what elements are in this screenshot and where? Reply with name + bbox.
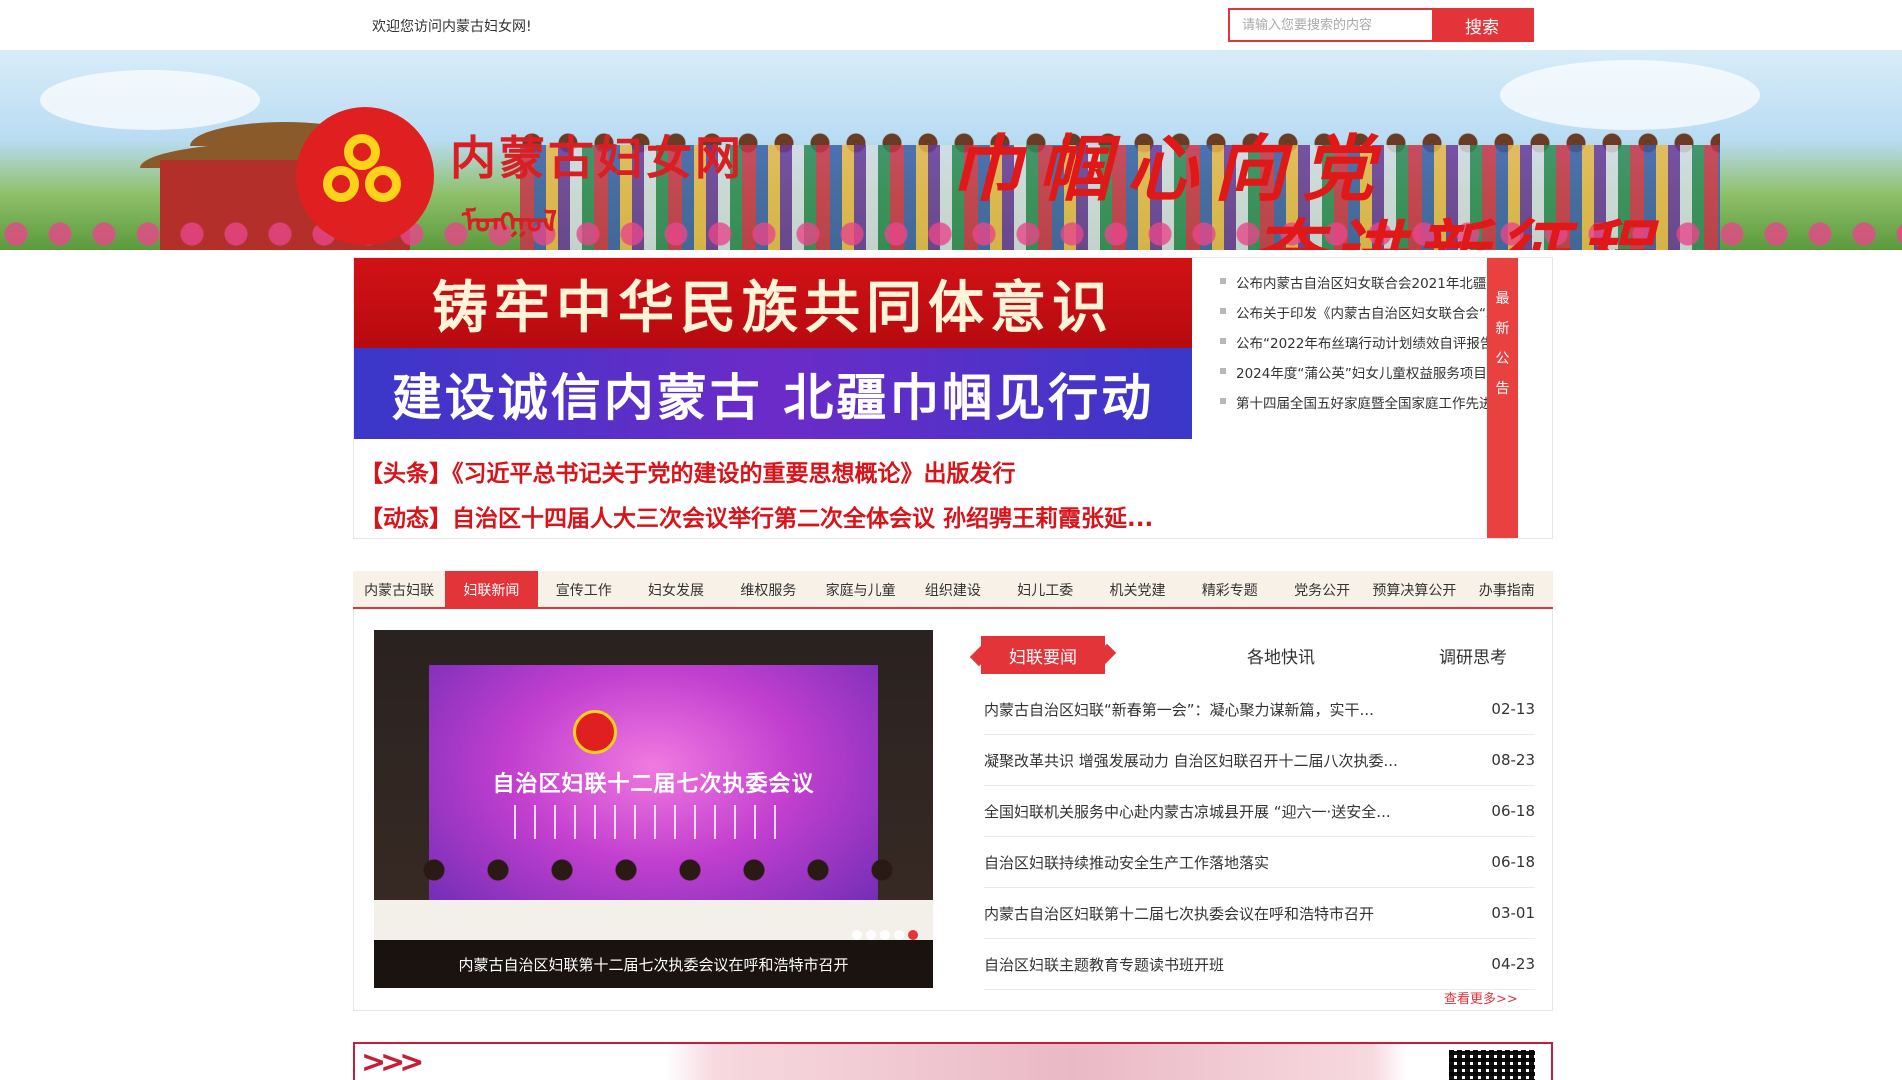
nav-item[interactable]: 内蒙古妇联 xyxy=(353,571,445,609)
hero-banner[interactable]: 铸牢中华民族共同体意识 建设诚信内蒙古 北疆巾帼见行动 xyxy=(354,258,1192,439)
news-row[interactable]: 内蒙古自治区妇联第十二届七次执委会议在呼和浩特市召开 03-01 xyxy=(984,888,1535,939)
top-bar: 欢迎您访问内蒙古妇女网! 搜索 xyxy=(0,0,1902,50)
news-row[interactable]: 自治区妇联持续推动安全生产工作落地落实 06-18 xyxy=(984,837,1535,888)
photo-slider[interactable]: 自治区妇联十二届七次执委会议 内蒙古自治区妇联第十二届七次执委会议在呼和浩特市召… xyxy=(374,630,933,988)
site-banner: 内蒙古妇女网 ᠮᠣᠩᠭᠤᠯ 巾帼心向党 奋进新征程 xyxy=(0,50,1902,250)
chevron-decoration-icon: >>> xyxy=(361,1045,424,1080)
notice-item[interactable]: 公布“2022年布丝璃行动计划绩效自评报告”... xyxy=(1220,332,1520,352)
nav-item[interactable]: 宣传工作 xyxy=(538,571,630,609)
news-title[interactable]: 全国妇联机关服务中心赴内蒙古凉城县开展 “迎六一·送安全... xyxy=(984,801,1391,822)
news-tabs: 妇联要闻 各地快讯 调研思考 xyxy=(971,636,1531,674)
nav-item[interactable]: 妇女发展 xyxy=(630,571,722,609)
notice-item[interactable]: 公布关于印发《内蒙古自治区妇女联合会“北... xyxy=(1220,302,1520,322)
notice-item[interactable]: 公布内蒙古自治区妇女联合会2021年北疆布丝... xyxy=(1220,272,1520,292)
qr-code-icon xyxy=(1449,1050,1535,1080)
site-name: 内蒙古妇女网 xyxy=(450,131,744,185)
nav-item[interactable]: 妇儿工委 xyxy=(999,571,1091,609)
latest-notices-tab[interactable]: 最新公告 xyxy=(1487,258,1518,538)
news-title[interactable]: 凝聚改革共识 增强发展动力 自治区妇联召开十二届八次执委... xyxy=(984,750,1398,771)
slider-dot[interactable] xyxy=(852,930,862,940)
news-date: 04-23 xyxy=(1491,955,1535,973)
slider-dot[interactable] xyxy=(880,930,890,940)
womens-federation-logo[interactable] xyxy=(296,107,434,245)
mongolian-script-decoration: ᠮᠣᠩᠭᠤᠯ xyxy=(462,205,557,240)
slider-dot[interactable] xyxy=(908,930,918,940)
banner-slogan-1: 巾帼心向党 xyxy=(950,126,1391,211)
nav-item[interactable]: 家庭与儿童 xyxy=(814,571,906,609)
nav-item[interactable]: 妇联新闻 xyxy=(445,571,538,609)
news-date: 03-01 xyxy=(1491,904,1535,922)
headline-link[interactable]: 【动态】自治区十四届人大三次会议举行第二次全体会议 孙绍骋王莉霞张延... xyxy=(360,499,1190,533)
banner-slogan-2: 奋进新征程 xyxy=(1250,218,1660,251)
news-date: 08-23 xyxy=(1491,751,1535,769)
hero-line-1: 铸牢中华民族共同体意识 xyxy=(432,274,1114,341)
news-row[interactable]: 内蒙古自治区妇联“新春第一会”：凝心聚力谋新篇，实干... 02-13 xyxy=(984,684,1535,735)
tab-research[interactable]: 调研思考 xyxy=(1413,636,1533,674)
notice-tab-char: 新 xyxy=(1495,321,1510,337)
main-nav: 内蒙古妇联 妇联新闻 宣传工作 妇女发展 维权服务 家庭与儿童 组织建设 妇儿工委 机关党建 精彩… xyxy=(353,571,1553,609)
search-button[interactable]: 搜索 xyxy=(1432,10,1532,40)
tab-federation-news[interactable]: 妇联要闻 xyxy=(981,636,1105,674)
news-row[interactable]: 全国妇联机关服务中心赴内蒙古凉城县开展 “迎六一·送安全... 06-18 xyxy=(984,786,1535,837)
news-date: 02-13 xyxy=(1491,700,1535,718)
nav-item[interactable]: 党务公开 xyxy=(1276,571,1368,609)
news-panel: 自治区妇联十二届七次执委会议 内蒙古自治区妇联第十二届七次执委会议在呼和浩特市召… xyxy=(353,609,1553,1011)
hero-line-2: 建设诚信内蒙古 北疆巾帼见行动 xyxy=(391,368,1155,427)
news-title[interactable]: 自治区妇联主题教育专题读书班开班 xyxy=(984,954,1224,975)
slider-dot[interactable] xyxy=(894,930,904,940)
nav-item[interactable]: 机关党建 xyxy=(1091,571,1183,609)
search-box: 搜索 xyxy=(1228,8,1534,42)
notice-list: 公布内蒙古自治区妇女联合会2021年北疆布丝... 公布关于印发《内蒙古自治区妇… xyxy=(1202,258,1520,538)
headline-link[interactable]: 【头条】《习近平总书记关于党的建设的重要思想概论》出版发行 xyxy=(360,454,1190,488)
nav-item[interactable]: 组织建设 xyxy=(907,571,999,609)
slider-dot[interactable] xyxy=(866,930,876,940)
more-link[interactable]: 查看更多>> xyxy=(1444,988,1518,1007)
tab-local-news[interactable]: 各地快讯 xyxy=(1221,636,1341,674)
news-row[interactable]: 自治区妇联主题教育专题读书班开班 04-23 xyxy=(984,939,1535,990)
news-title[interactable]: 内蒙古自治区妇联“新春第一会”：凝心聚力谋新篇，实干... xyxy=(984,699,1374,720)
news-title[interactable]: 内蒙古自治区妇联第十二届七次执委会议在呼和浩特市召开 xyxy=(984,903,1374,924)
notice-item[interactable]: 第十四届全国五好家庭暨全国家庭工作先进集... xyxy=(1220,392,1520,412)
headline-section: 铸牢中华民族共同体意识 建设诚信内蒙古 北疆巾帼见行动 【头条】《习近平总书记关… xyxy=(353,257,1553,539)
notice-tab-char: 公 xyxy=(1495,351,1510,367)
nav-item[interactable]: 维权服务 xyxy=(722,571,814,609)
slide-caption[interactable]: 内蒙古自治区妇联第十二届七次执委会议在呼和浩特市召开 xyxy=(374,940,933,988)
slider-dots xyxy=(852,930,918,940)
nav-item[interactable]: 预算决算公开 xyxy=(1368,571,1460,609)
slide-screen-title: 自治区妇联十二届七次执委会议 xyxy=(492,772,815,797)
search-input[interactable] xyxy=(1230,10,1432,40)
notice-item[interactable]: 2024年度“蒲公英”妇女儿童权益服务项目公... xyxy=(1220,362,1520,382)
bottom-banner-ad[interactable]: >>> xyxy=(353,1042,1553,1080)
news-date: 06-18 xyxy=(1491,853,1535,871)
news-list: 内蒙古自治区妇联“新春第一会”：凝心聚力谋新篇，实干... 02-13 凝聚改革共识… xyxy=(984,684,1535,990)
notice-tab-char: 告 xyxy=(1495,381,1510,397)
news-title[interactable]: 自治区妇联持续推动安全生产工作落地落实 xyxy=(984,852,1269,873)
nav-item[interactable]: 办事指南 xyxy=(1461,571,1553,609)
news-date: 06-18 xyxy=(1491,802,1535,820)
womens-federation-logo xyxy=(573,710,617,754)
welcome-text: 欢迎您访问内蒙古妇女网! xyxy=(372,19,532,35)
notice-tab-char: 最 xyxy=(1495,291,1510,307)
nav-item[interactable]: 精彩专题 xyxy=(1184,571,1276,609)
news-row[interactable]: 凝聚改革共识 增强发展动力 自治区妇联召开十二届八次执委... 08-23 xyxy=(984,735,1535,786)
